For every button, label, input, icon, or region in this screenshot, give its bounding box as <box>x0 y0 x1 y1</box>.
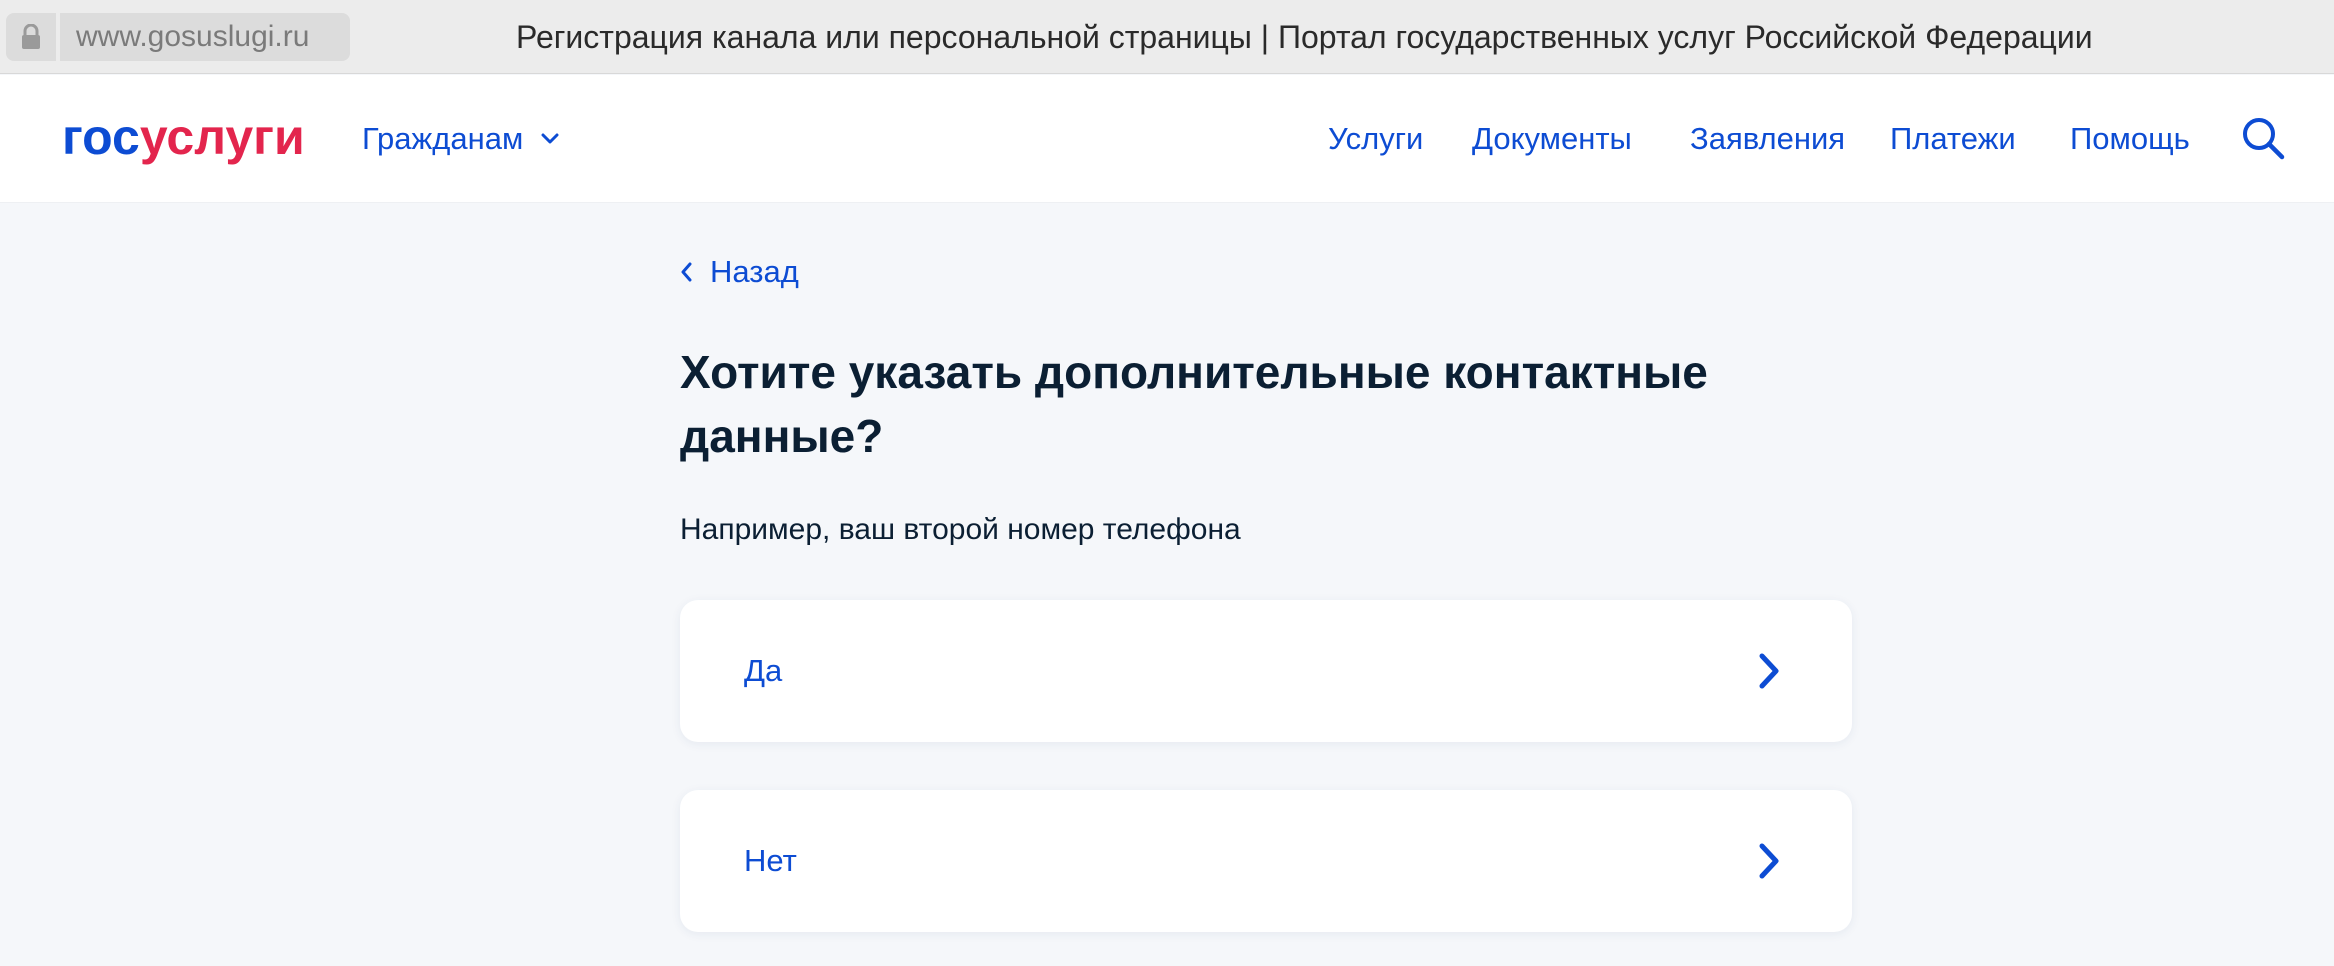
option-label: Нет <box>744 843 797 878</box>
chevron-right-icon <box>1759 653 1779 689</box>
page-subtitle: Например, ваш второй номер телефона <box>680 513 1241 546</box>
option-no-button[interactable]: Нет <box>680 790 1852 932</box>
page-tab-title: Регистрация канала или персональной стра… <box>516 19 2093 55</box>
logo-part-gos: гос <box>62 109 140 165</box>
lock-icon <box>6 13 56 61</box>
chevron-down-icon <box>541 133 559 144</box>
back-link[interactable]: Назад <box>680 252 799 292</box>
back-link-label: Назад <box>710 254 799 289</box>
nav-applications[interactable]: Заявления <box>1690 117 1845 161</box>
chevron-right-icon <box>1759 843 1779 879</box>
page-title: Хотите указать дополнительные контактные… <box>680 346 1708 462</box>
logo-part-uslugi: услуги <box>139 109 305 165</box>
audience-menu-label: Гражданам <box>362 121 524 156</box>
url-field[interactable]: www.gosuslugi.ru <box>60 13 350 61</box>
nav-payments[interactable]: Платежи <box>1890 117 2016 161</box>
chevron-left-icon <box>681 262 692 282</box>
audience-menu[interactable]: Гражданам <box>362 117 559 161</box>
option-yes-button[interactable]: Да <box>680 600 1852 742</box>
nav-help[interactable]: Помощь <box>2070 117 2190 161</box>
nav-documents[interactable]: Документы <box>1472 117 1632 161</box>
nav-services[interactable]: Услуги <box>1328 117 1423 161</box>
search-icon[interactable] <box>2240 115 2286 161</box>
browser-address-bar: www.gosuslugi.ru Регистрация канала или … <box>0 0 2334 74</box>
site-header: госуслуги Гражданам Услуги Документы Зая… <box>0 75 2334 203</box>
option-label: Да <box>744 653 783 688</box>
gosuslugi-logo[interactable]: госуслуги <box>62 107 305 167</box>
